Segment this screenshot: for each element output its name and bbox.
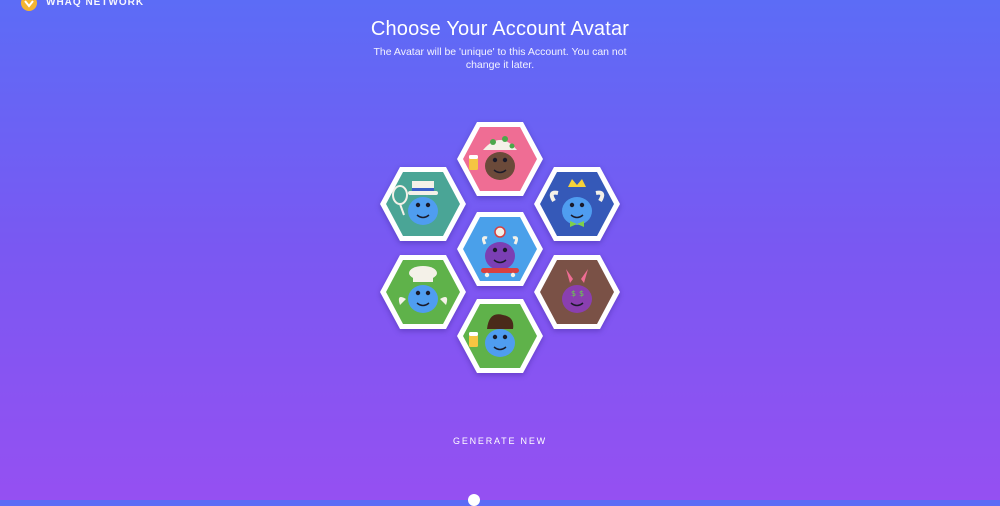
avatar-option-bottom[interactable] — [455, 297, 545, 375]
header: Choose Your Account Avatar The Avatar wi… — [0, 16, 1000, 72]
purple-octopus-dollar-avatar-icon: $ $ — [534, 255, 620, 329]
svg-text:$: $ — [571, 289, 576, 298]
generate-area: GENERATE NEW — [0, 431, 1000, 450]
logo-text: WHAQ NETWORK — [46, 0, 145, 8]
logo-icon — [20, 0, 38, 12]
avatar-option-upper-right[interactable] — [532, 165, 622, 243]
app-logo: WHAQ NETWORK — [20, 0, 144, 12]
avatar-option-lower-right[interactable]: $ $ — [532, 253, 622, 331]
blue-monster-pompadour-avatar-icon — [457, 299, 543, 373]
page-subtitle: The Avatar will be 'unique' to this Acco… — [373, 46, 627, 71]
generate-new-button[interactable]: GENERATE NEW — [445, 432, 555, 450]
blue-monster-crown-avatar-icon — [534, 167, 620, 241]
page-title: Choose Your Account Avatar — [370, 18, 630, 40]
svg-text:$: $ — [579, 289, 584, 298]
page-indicator-dot — [468, 494, 480, 506]
